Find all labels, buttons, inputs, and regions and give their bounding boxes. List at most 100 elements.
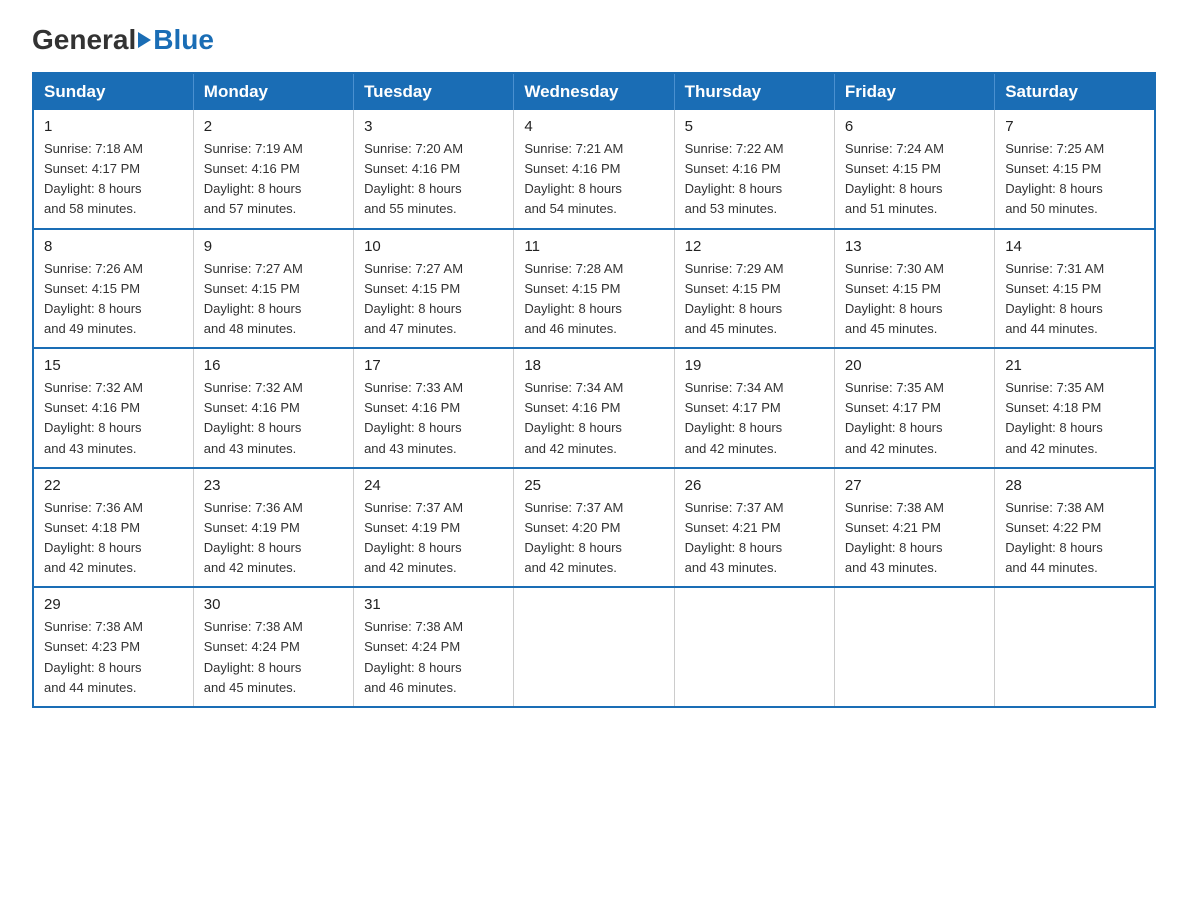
day-info: Sunrise: 7:34 AMSunset: 4:17 PMDaylight:… (685, 378, 824, 459)
calendar-cell: 12 Sunrise: 7:29 AMSunset: 4:15 PMDayligh… (674, 229, 834, 349)
calendar-cell: 6 Sunrise: 7:24 AMSunset: 4:15 PMDaylight… (834, 110, 994, 229)
day-info: Sunrise: 7:38 AMSunset: 4:23 PMDaylight:… (44, 617, 183, 698)
calendar-cell: 27 Sunrise: 7:38 AMSunset: 4:21 PMDayligh… (834, 468, 994, 588)
calendar-cell: 15 Sunrise: 7:32 AMSunset: 4:16 PMDayligh… (33, 348, 193, 468)
calendar-cell: 24Sunrise: 7:37 AMSunset: 4:19 PMDayligh… (354, 468, 514, 588)
day-info: Sunrise: 7:20 AMSunset: 4:16 PMDaylight:… (364, 139, 503, 220)
day-number: 15 (44, 357, 183, 374)
calendar-cell: 29 Sunrise: 7:38 AMSunset: 4:23 PMDayligh… (33, 587, 193, 707)
day-number: 31 (364, 596, 503, 613)
header-sunday: Sunday (33, 73, 193, 110)
day-number: 17 (364, 357, 503, 374)
day-info: Sunrise: 7:18 AMSunset: 4:17 PMDaylight:… (44, 139, 183, 220)
day-info: Sunrise: 7:19 AMSunset: 4:16 PMDaylight:… (204, 139, 343, 220)
calendar-cell: 4Sunrise: 7:21 AMSunset: 4:16 PMDaylight… (514, 110, 674, 229)
header-saturday: Saturday (995, 73, 1155, 110)
calendar-cell: 22 Sunrise: 7:36 AMSunset: 4:18 PMDayligh… (33, 468, 193, 588)
logo-triangle-icon (138, 32, 151, 48)
calendar-cell: 18 Sunrise: 7:34 AMSunset: 4:16 PMDayligh… (514, 348, 674, 468)
day-info: Sunrise: 7:21 AMSunset: 4:16 PMDaylight:… (524, 139, 663, 220)
day-number: 26 (685, 477, 824, 494)
day-info: Sunrise: 7:36 AMSunset: 4:19 PMDaylight:… (204, 498, 343, 579)
day-number: 22 (44, 477, 183, 494)
day-info: Sunrise: 7:28 AMSunset: 4:15 PMDaylight:… (524, 259, 663, 340)
calendar-table: Sunday Monday Tuesday Wednesday Thursday… (32, 72, 1156, 708)
day-number: 3 (364, 118, 503, 135)
day-info: Sunrise: 7:26 AMSunset: 4:15 PMDaylight:… (44, 259, 183, 340)
day-number: 11 (524, 238, 663, 255)
calendar-cell: 2 Sunrise: 7:19 AMSunset: 4:16 PMDaylight… (193, 110, 353, 229)
calendar-week-row: 15 Sunrise: 7:32 AMSunset: 4:16 PMDayligh… (33, 348, 1155, 468)
calendar-cell: 17Sunrise: 7:33 AMSunset: 4:16 PMDayligh… (354, 348, 514, 468)
day-number: 6 (845, 118, 984, 135)
calendar-cell: 28Sunrise: 7:38 AMSunset: 4:22 PMDayligh… (995, 468, 1155, 588)
calendar-cell: 9 Sunrise: 7:27 AMSunset: 4:15 PMDaylight… (193, 229, 353, 349)
day-info: Sunrise: 7:36 AMSunset: 4:18 PMDaylight:… (44, 498, 183, 579)
day-number: 18 (524, 357, 663, 374)
day-info: Sunrise: 7:32 AMSunset: 4:16 PMDaylight:… (44, 378, 183, 459)
day-number: 20 (845, 357, 984, 374)
calendar-cell: 3 Sunrise: 7:20 AMSunset: 4:16 PMDaylight… (354, 110, 514, 229)
day-number: 8 (44, 238, 183, 255)
day-info: Sunrise: 7:37 AMSunset: 4:20 PMDaylight:… (524, 498, 663, 579)
day-info: Sunrise: 7:38 AMSunset: 4:22 PMDaylight:… (1005, 498, 1144, 579)
day-number: 27 (845, 477, 984, 494)
calendar-cell: 1 Sunrise: 7:18 AMSunset: 4:17 PMDaylight… (33, 110, 193, 229)
day-number: 30 (204, 596, 343, 613)
calendar-cell (514, 587, 674, 707)
calendar-cell: 31 Sunrise: 7:38 AMSunset: 4:24 PMDayligh… (354, 587, 514, 707)
weekday-header-row: Sunday Monday Tuesday Wednesday Thursday… (33, 73, 1155, 110)
day-number: 2 (204, 118, 343, 135)
logo-general-text: General (32, 24, 136, 56)
day-number: 25 (524, 477, 663, 494)
day-number: 13 (845, 238, 984, 255)
day-info: Sunrise: 7:29 AMSunset: 4:15 PMDaylight:… (685, 259, 824, 340)
page: General Blue Sunday Monday Tuesday Wednes… (0, 0, 1188, 740)
calendar-week-row: 1 Sunrise: 7:18 AMSunset: 4:17 PMDaylight… (33, 110, 1155, 229)
day-number: 5 (685, 118, 824, 135)
day-number: 9 (204, 238, 343, 255)
day-number: 10 (364, 238, 503, 255)
calendar-cell: 21 Sunrise: 7:35 AMSunset: 4:18 PMDayligh… (995, 348, 1155, 468)
day-info: Sunrise: 7:27 AMSunset: 4:15 PMDaylight:… (364, 259, 503, 340)
calendar-cell: 23Sunrise: 7:36 AMSunset: 4:19 PMDayligh… (193, 468, 353, 588)
day-number: 29 (44, 596, 183, 613)
calendar-cell: 13 Sunrise: 7:30 AMSunset: 4:15 PMDayligh… (834, 229, 994, 349)
calendar-cell: 11 Sunrise: 7:28 AMSunset: 4:15 PMDayligh… (514, 229, 674, 349)
calendar-cell: 30 Sunrise: 7:38 AMSunset: 4:24 PMDayligh… (193, 587, 353, 707)
day-number: 16 (204, 357, 343, 374)
day-info: Sunrise: 7:38 AMSunset: 4:24 PMDaylight:… (204, 617, 343, 698)
day-number: 19 (685, 357, 824, 374)
day-number: 21 (1005, 357, 1144, 374)
day-info: Sunrise: 7:34 AMSunset: 4:16 PMDaylight:… (524, 378, 663, 459)
logo: General Blue (32, 24, 214, 56)
calendar-cell (834, 587, 994, 707)
day-info: Sunrise: 7:38 AMSunset: 4:24 PMDaylight:… (364, 617, 503, 698)
logo-blue-text: Blue (153, 24, 214, 56)
day-number: 14 (1005, 238, 1144, 255)
day-info: Sunrise: 7:25 AMSunset: 4:15 PMDaylight:… (1005, 139, 1144, 220)
header-monday: Monday (193, 73, 353, 110)
header: General Blue (32, 24, 1156, 56)
calendar-cell: 16 Sunrise: 7:32 AMSunset: 4:16 PMDayligh… (193, 348, 353, 468)
header-friday: Friday (834, 73, 994, 110)
calendar-cell: 19 Sunrise: 7:34 AMSunset: 4:17 PMDayligh… (674, 348, 834, 468)
day-info: Sunrise: 7:27 AMSunset: 4:15 PMDaylight:… (204, 259, 343, 340)
calendar-cell: 25 Sunrise: 7:37 AMSunset: 4:20 PMDayligh… (514, 468, 674, 588)
day-info: Sunrise: 7:35 AMSunset: 4:18 PMDaylight:… (1005, 378, 1144, 459)
calendar-week-row: 29 Sunrise: 7:38 AMSunset: 4:23 PMDayligh… (33, 587, 1155, 707)
calendar-week-row: 22 Sunrise: 7:36 AMSunset: 4:18 PMDayligh… (33, 468, 1155, 588)
calendar-cell: 10 Sunrise: 7:27 AMSunset: 4:15 PMDayligh… (354, 229, 514, 349)
day-info: Sunrise: 7:24 AMSunset: 4:15 PMDaylight:… (845, 139, 984, 220)
calendar-cell (995, 587, 1155, 707)
day-number: 1 (44, 118, 183, 135)
day-number: 12 (685, 238, 824, 255)
calendar-cell: 8 Sunrise: 7:26 AMSunset: 4:15 PMDaylight… (33, 229, 193, 349)
day-info: Sunrise: 7:32 AMSunset: 4:16 PMDaylight:… (204, 378, 343, 459)
day-info: Sunrise: 7:22 AMSunset: 4:16 PMDaylight:… (685, 139, 824, 220)
calendar-cell: 7Sunrise: 7:25 AMSunset: 4:15 PMDaylight… (995, 110, 1155, 229)
day-info: Sunrise: 7:31 AMSunset: 4:15 PMDaylight:… (1005, 259, 1144, 340)
day-info: Sunrise: 7:38 AMSunset: 4:21 PMDaylight:… (845, 498, 984, 579)
day-info: Sunrise: 7:30 AMSunset: 4:15 PMDaylight:… (845, 259, 984, 340)
calendar-week-row: 8 Sunrise: 7:26 AMSunset: 4:15 PMDaylight… (33, 229, 1155, 349)
